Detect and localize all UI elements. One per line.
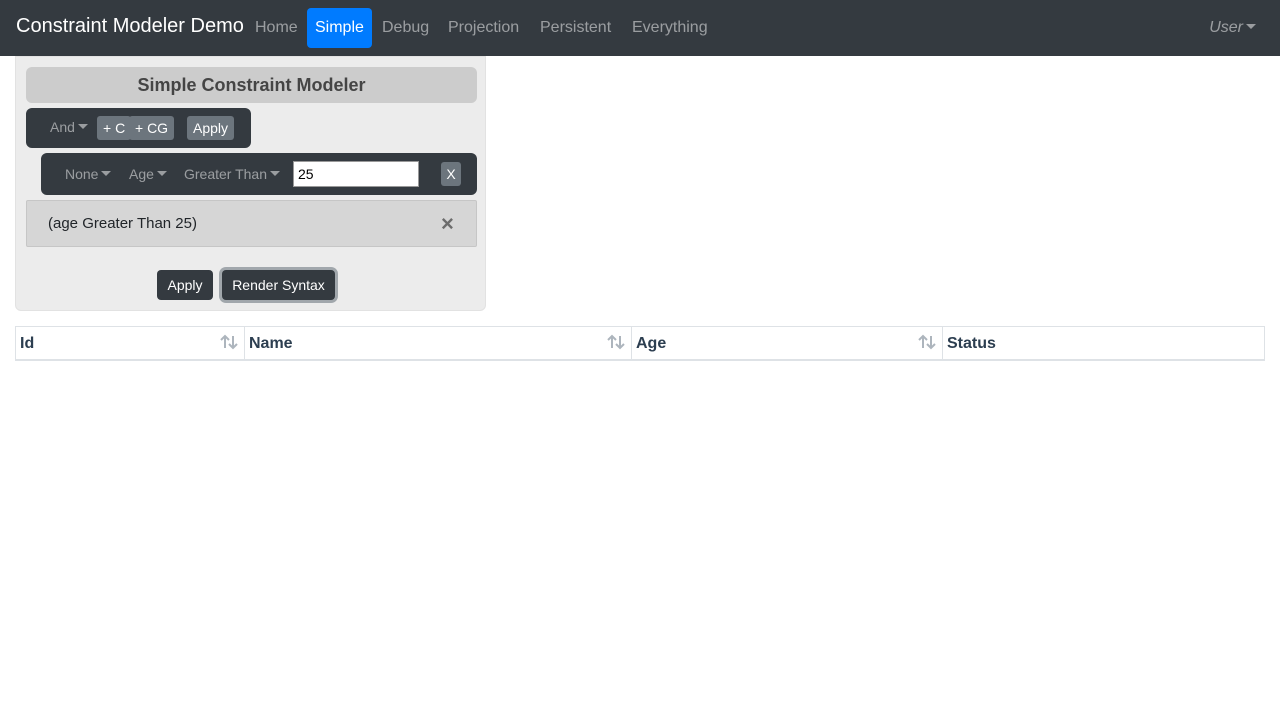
brand-title[interactable]: Constraint Modeler Demo xyxy=(16,15,244,38)
apply-button[interactable]: Apply xyxy=(157,270,213,300)
constraint-group-toolbar: And + C + CG Apply xyxy=(26,108,251,148)
remove-constraint-button[interactable]: X xyxy=(441,162,461,186)
constraint-row: None Age Greater Than X xyxy=(41,153,477,195)
group-operator-dropdown[interactable]: And xyxy=(50,119,88,135)
close-icon[interactable]: × xyxy=(441,213,454,235)
column-header-name[interactable]: Name xyxy=(245,327,632,360)
constraint-value-input[interactable] xyxy=(293,161,419,187)
top-navbar: Constraint Modeler Demo Home Simple Debu… xyxy=(0,0,1280,56)
user-menu-label: User xyxy=(1209,19,1243,36)
column-header-label: Age xyxy=(636,335,667,352)
render-syntax-button[interactable]: Render Syntax xyxy=(222,270,335,300)
column-header-label: Status xyxy=(947,335,996,352)
chevron-down-icon xyxy=(270,171,281,176)
field-label: Age xyxy=(129,166,154,182)
sort-icon[interactable] xyxy=(220,334,238,350)
syntax-text: (age Greater Than 25) xyxy=(48,215,197,232)
negation-dropdown[interactable]: None xyxy=(65,166,112,182)
column-header-status: Status xyxy=(943,327,1264,360)
column-header-label: Id xyxy=(20,335,35,352)
add-constraint-button[interactable]: + C xyxy=(97,116,132,140)
syntax-output-box: (age Greater Than 25) × xyxy=(26,200,477,247)
column-header-label: Name xyxy=(249,335,293,352)
comparator-dropdown[interactable]: Greater Than xyxy=(184,166,281,182)
group-apply-button[interactable]: Apply xyxy=(187,116,235,140)
comparator-label: Greater Than xyxy=(184,166,268,182)
chevron-down-icon xyxy=(1246,24,1256,29)
modeler-title: Simple Constraint Modeler xyxy=(26,67,477,103)
user-menu-dropdown[interactable]: User xyxy=(1209,8,1256,48)
group-operator-label: And xyxy=(50,119,75,135)
nav-everything[interactable]: Everything xyxy=(624,8,716,48)
nav-projection[interactable]: Projection xyxy=(440,8,527,48)
chevron-down-icon xyxy=(156,171,167,176)
constraint-modeler-panel: Simple Constraint Modeler And + C + CG A… xyxy=(15,56,486,311)
sort-icon[interactable] xyxy=(918,334,936,350)
nav-debug[interactable]: Debug xyxy=(374,8,437,48)
column-header-age[interactable]: Age xyxy=(632,327,943,360)
nav-persistent[interactable]: Persistent xyxy=(532,8,619,48)
chevron-down-icon xyxy=(77,124,88,129)
sort-icon[interactable] xyxy=(607,334,625,350)
nav-simple[interactable]: Simple xyxy=(307,8,372,48)
column-header-id[interactable]: Id xyxy=(16,327,245,360)
negation-label: None xyxy=(65,166,99,182)
field-dropdown[interactable]: Age xyxy=(129,166,167,182)
nav-home[interactable]: Home xyxy=(247,8,306,48)
add-constraint-group-button[interactable]: + CG xyxy=(129,116,175,140)
chevron-down-icon xyxy=(101,171,112,176)
results-table: Id Name Age Status xyxy=(15,326,1265,361)
